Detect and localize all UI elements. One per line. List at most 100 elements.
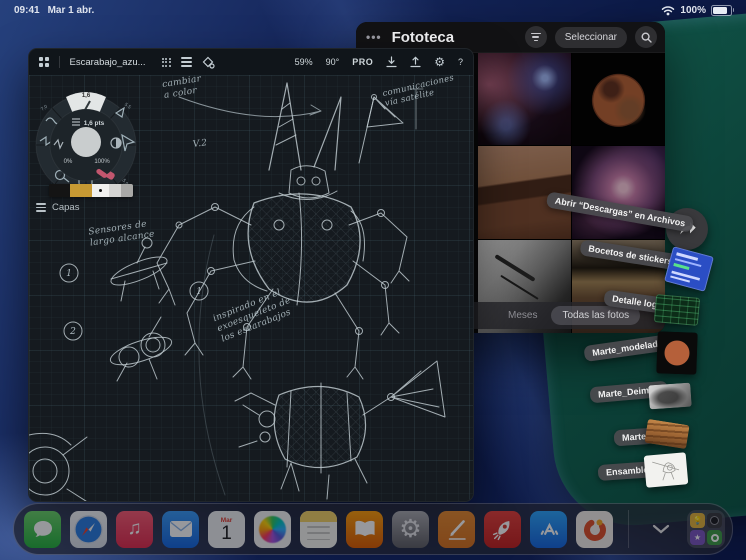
- gear-icon: ⚙: [434, 55, 445, 69]
- select-button[interactable]: Seleccionar: [554, 26, 627, 48]
- tab-all-photos[interactable]: Todas las fotos: [551, 306, 641, 325]
- wifi-icon: [662, 5, 675, 15]
- photo-grid: [478, 52, 665, 333]
- color-swatch-black[interactable]: [49, 184, 70, 197]
- filter-icon: [530, 32, 541, 42]
- clock: 09:41: [14, 4, 40, 16]
- tab-months[interactable]: Meses: [508, 310, 537, 321]
- menu-button[interactable]: [180, 57, 192, 67]
- color-swatch-bar[interactable]: [49, 184, 133, 197]
- active-tool-size: 1,6: [82, 93, 91, 99]
- drag-thumbnail-assembly[interactable]: [643, 452, 689, 488]
- books-icon: [354, 520, 375, 537]
- annotation-version: V.2: [192, 138, 208, 150]
- drag-thumbnail-circuit[interactable]: [653, 294, 701, 326]
- dock-divider: [628, 510, 629, 548]
- settings-button[interactable]: ⚙: [434, 56, 445, 68]
- zoom-level[interactable]: 59%: [295, 57, 313, 67]
- rocket-icon: [492, 520, 510, 540]
- export-button[interactable]: [410, 56, 421, 68]
- tool-wheel[interactable]: 1,6 7,0 5,5 6,8 5,9: [30, 83, 142, 199]
- photos-flower-icon: [259, 515, 286, 543]
- mini-app-star: ★: [690, 530, 705, 545]
- dock-recent-apps[interactable]: 💡 ★: [687, 510, 725, 548]
- dock-app-appstore[interactable]: [530, 510, 567, 548]
- opacity-max: 100%: [94, 159, 110, 165]
- precision-nib-icon: [202, 56, 215, 69]
- color-preview[interactable]: [71, 127, 101, 157]
- music-note-icon: ♫: [127, 518, 142, 539]
- concepts-window: Escarabajo_azu... 59% 90° PRO ⚙ ? 1 2 1 …: [28, 48, 474, 502]
- search-icon: [640, 31, 652, 43]
- size-left: 7,0: [40, 104, 49, 113]
- grid-icon: [39, 57, 43, 62]
- pen-icon: [448, 520, 466, 540]
- menu-lines-icon: [180, 57, 192, 60]
- precision-button[interactable]: [202, 56, 215, 69]
- photo-thumbnail-mars-globe[interactable]: [572, 52, 665, 145]
- dock-app-messages[interactable]: [24, 510, 61, 548]
- document-title[interactable]: Escarabajo_azu...: [70, 57, 146, 68]
- dock-app-notes[interactable]: [300, 510, 337, 548]
- dock-app-music[interactable]: ♫: [116, 510, 153, 548]
- window-controls-button[interactable]: •••: [364, 30, 384, 44]
- dock-app-photos[interactable]: [254, 510, 291, 548]
- notes-header: [300, 510, 337, 522]
- settings-gear-icon: ⚙: [399, 514, 422, 543]
- search-button[interactable]: [635, 26, 657, 48]
- mini-app-ring: [707, 530, 722, 545]
- c-swirl-icon: [583, 519, 606, 541]
- layers-label: Capas: [52, 202, 80, 213]
- rotation-value[interactable]: 90°: [326, 57, 340, 67]
- layers-button[interactable]: Capas: [36, 202, 79, 213]
- mark-1b: 1: [196, 287, 202, 297]
- pro-badge[interactable]: PRO: [352, 57, 373, 67]
- photo-thumbnail-nebula[interactable]: [478, 52, 571, 145]
- import-icon: [386, 56, 397, 68]
- battery-percent: 100%: [680, 4, 706, 16]
- assembly-sketch-icon: [652, 461, 680, 481]
- dock-app-safari[interactable]: [70, 510, 107, 548]
- color-swatch-gray[interactable]: [121, 184, 133, 197]
- import-button[interactable]: [386, 56, 397, 68]
- concepts-toolbar: Escarabajo_azu... 59% 90° PRO ⚙ ?: [29, 49, 473, 76]
- stroke-size-label: 1,6 pts: [84, 120, 105, 127]
- help-button[interactable]: ?: [458, 57, 463, 67]
- layers-icon: [36, 203, 46, 212]
- battery-icon: [711, 4, 734, 16]
- dock-app-settings[interactable]: ⚙: [392, 510, 429, 548]
- probe-silhouette: [494, 254, 536, 282]
- size-right: 5,5: [123, 102, 132, 111]
- dock-app-sketch[interactable]: [438, 510, 475, 548]
- fototeca-title: Fototeca: [391, 28, 455, 46]
- calendar-day: 1: [221, 523, 232, 545]
- mini-app-camera: [707, 513, 722, 528]
- dock-app-c-swirl[interactable]: [576, 510, 613, 548]
- filter-button[interactable]: [524, 26, 547, 48]
- messages-icon: [33, 521, 52, 537]
- drawing-canvas[interactable]: 1 2 1 cambiar a color comunicaciones vía…: [29, 73, 473, 501]
- date: Mar 1 abr.: [47, 4, 95, 16]
- appstore-icon: [540, 522, 559, 535]
- dock-app-mail[interactable]: [162, 510, 199, 548]
- safari-icon: [74, 514, 103, 544]
- status-bar: 09:41 Mar 1 abr. 100%: [0, 0, 746, 20]
- mark-1: 1: [66, 269, 72, 279]
- dock-app-rocket[interactable]: [484, 510, 521, 548]
- app-home-button[interactable]: [39, 57, 49, 67]
- dock-app-calendar[interactable]: Mar 1: [208, 510, 245, 548]
- mail-icon: [169, 521, 192, 537]
- dock: ♫ Mar 1 ⚙ 💡 ★: [13, 503, 733, 555]
- color-swatch-white[interactable]: [92, 184, 109, 197]
- dock-chevron-button[interactable]: [644, 523, 678, 535]
- drag-thumbnail-deimos[interactable]: [648, 382, 692, 410]
- screen: Meses Todas las fotos ••• Fototeca Selec…: [0, 0, 746, 560]
- color-swatch-lightgray[interactable]: [109, 184, 121, 197]
- gallery-button[interactable]: [161, 57, 171, 67]
- dock-app-books[interactable]: [346, 510, 383, 548]
- mark-2: 2: [69, 327, 76, 337]
- color-swatch-gold[interactable]: [70, 184, 92, 197]
- mini-app-lightbulb: 💡: [690, 513, 705, 528]
- drag-thumbnail-mars-model[interactable]: [656, 331, 698, 375]
- opacity-min: 0%: [64, 159, 73, 165]
